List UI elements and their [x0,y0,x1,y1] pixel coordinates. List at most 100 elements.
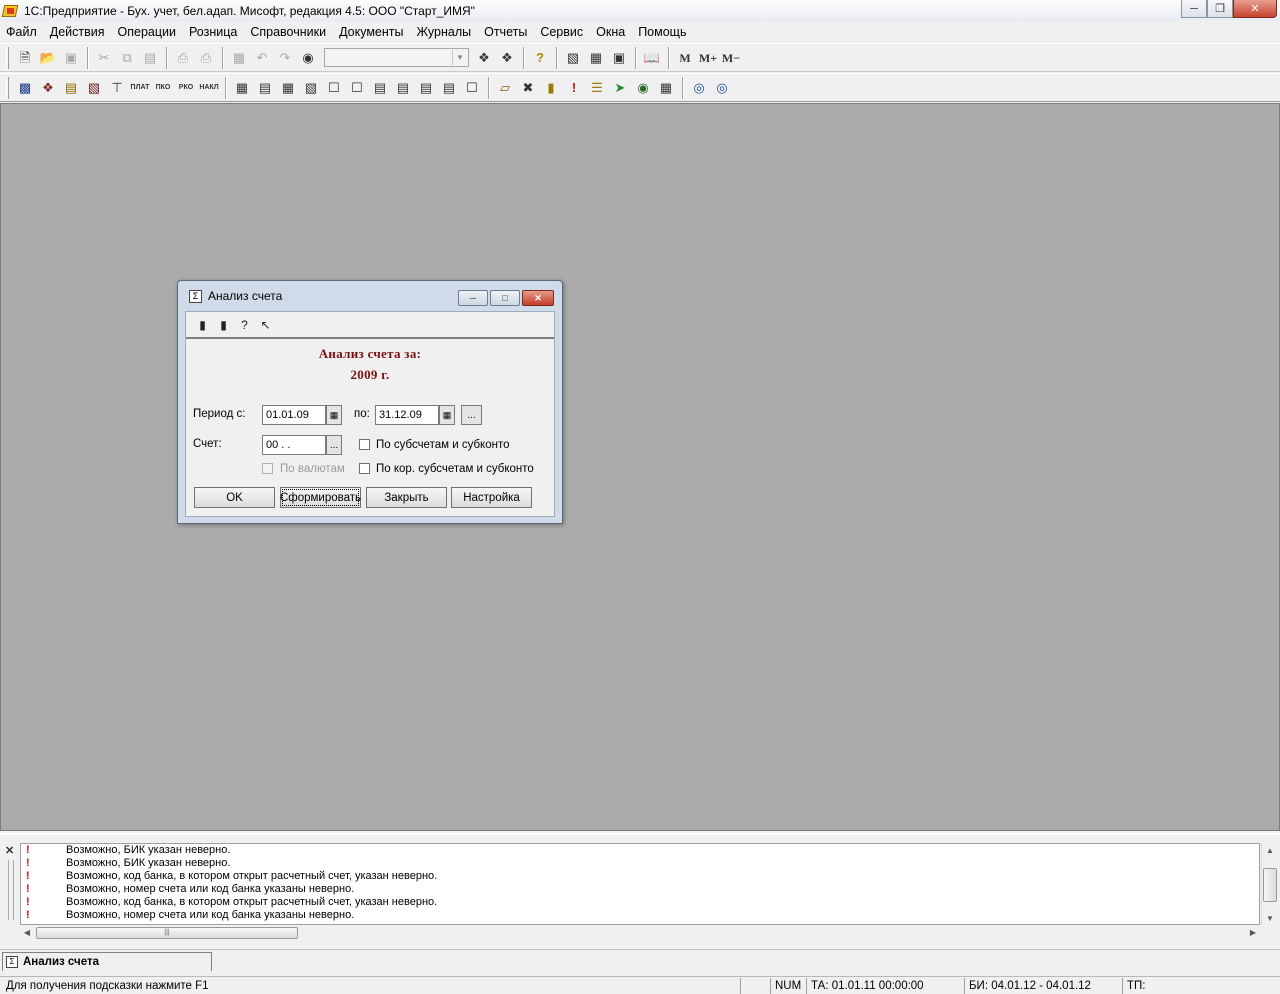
report-summary-icon[interactable]: ▤ [438,77,460,99]
scroll-thumb[interactable] [1263,868,1277,902]
toolbar-grip[interactable] [6,46,9,69]
binoculars-icon[interactable]: ◉ [297,47,319,69]
typical-operations-icon[interactable]: ⊤ [106,77,128,99]
scroll-up-icon[interactable]: ▲ [1262,843,1278,857]
menu-actions[interactable]: Действия [50,25,105,39]
list-icon[interactable]: ☰ [586,77,608,99]
goods-icon[interactable]: ▱ [494,77,516,99]
account-field[interactable]: 00 . . [262,435,326,455]
help-question-icon[interactable]: ? [529,47,551,69]
report-card2-icon[interactable]: ▤ [392,77,414,99]
invoice-list-icon[interactable]: ▦ [655,77,677,99]
arrow-icon[interactable]: ➤ [609,77,631,99]
update-icon[interactable]: ◎ [711,77,733,99]
menu-references[interactable]: Справочники [250,25,326,39]
context-help-icon[interactable]: ↖ [255,315,276,335]
operations-icon[interactable]: ❖ [37,77,59,99]
menu-windows[interactable]: Окна [596,25,625,39]
payment-order-icon[interactable]: ПЛАТ [129,77,151,99]
warning-icon[interactable]: ! [563,77,585,99]
menu-documents[interactable]: Документы [339,25,403,39]
report-t2-icon[interactable]: ☐ [346,77,368,99]
save-settings-icon[interactable]: ▮ [213,315,234,335]
list-item[interactable]: ! Возможно, БИК указан неверно. [21,857,1259,870]
calendar-icon[interactable]: ▦ [585,47,607,69]
exchange-icon[interactable]: ◎ [688,77,710,99]
window-tab-account-analysis[interactable]: Σ Анализ счета [2,952,212,971]
report-ti-icon[interactable]: ☐ [461,77,483,99]
period-select-button[interactable]: ... [461,405,482,425]
journal-icon[interactable]: ▤ [60,77,82,99]
app-title-bar[interactable]: 1С:Предприятие - Бух. учет, бел.адап. Ми… [0,0,1280,21]
menu-help[interactable]: Помощь [638,25,686,39]
list-item[interactable]: ! Возможно, БИК указан неверно. [21,844,1259,857]
rublecalc-icon[interactable]: ▮ [540,77,562,99]
period-from-field[interactable]: 01.01.09 [262,405,326,425]
book-icon[interactable]: 📖 [641,47,663,69]
maximize-icon[interactable]: □ [490,290,520,306]
receipt-order-icon[interactable]: ПКО [152,77,174,99]
find-next-icon[interactable]: ❖ [473,47,495,69]
corr-subaccounts-checkbox[interactable] [359,463,370,474]
period-to-field[interactable]: 31.12.09 [375,405,439,425]
minimize-icon[interactable]: ─ [1181,0,1207,18]
menu-journals[interactable]: Журналы [417,25,472,39]
messages-list[interactable]: ! Возможно, БИК указан неверно. ! Возможно… [20,843,1260,925]
menu-reports[interactable]: Отчеты [484,25,527,39]
list-item[interactable]: ! Возможно, код банка, в котором открыт р… [21,870,1259,883]
menu-retail[interactable]: Розница [189,25,237,39]
list-item[interactable]: ! Возможно, номер счета или код банка ука… [21,909,1259,922]
paste-icon[interactable]: ▤ [139,47,161,69]
calculator-icon[interactable]: ▧ [562,47,584,69]
chevron-down-icon[interactable]: ▼ [452,50,467,65]
list-item[interactable]: ! Возможно, код банка, в котором открыт р… [21,896,1259,909]
memory-minus-button[interactable]: M− [720,47,742,69]
panel-grip[interactable] [8,860,14,920]
menu-file[interactable]: Файл [6,25,37,39]
save-icon[interactable]: ▣ [60,47,82,69]
close-icon[interactable]: ✕ [5,844,14,857]
vertical-scrollbar[interactable]: ▲ ▼ [1261,843,1278,925]
new-document-icon[interactable]: 🗎 [14,47,36,69]
search-combo[interactable]: ▼ [324,48,469,67]
generate-button[interactable]: Сформировать [280,487,361,508]
report-chess-icon[interactable]: ▦ [277,77,299,99]
globe-icon[interactable]: ◉ [632,77,654,99]
report-journal-icon[interactable]: ▤ [415,77,437,99]
scroll-thumb[interactable]: ||| [36,927,298,939]
calendar-icon[interactable]: ▦ [326,405,342,425]
settings-button[interactable]: Настройка [451,487,532,508]
report-t-icon[interactable]: ☐ [323,77,345,99]
horizontal-scrollbar[interactable]: ◀ ||| ▶ [20,925,1260,940]
copy-icon[interactable]: ⧉ [116,47,138,69]
list-item[interactable]: ! Возможно, номер счета или код банка ука… [21,883,1259,896]
account-select-button[interactable]: ... [326,435,342,455]
expense-order-icon[interactable]: РКО [175,77,197,99]
redo-icon[interactable]: ↷ [274,47,296,69]
report-balance-icon[interactable]: ▦ [231,77,253,99]
minimize-icon[interactable]: ─ [458,290,488,306]
print-icon[interactable]: ⎙ [172,47,194,69]
dialog-title-bar[interactable]: Σ Анализ счета ─ □ ✕ [178,281,562,311]
report-card-icon[interactable]: ▤ [369,77,391,99]
calendar-icon[interactable]: ▦ [439,405,455,425]
chart-icon[interactable]: ▣ [608,47,630,69]
close-button[interactable]: Закрыть [366,487,447,508]
subaccounts-checkbox[interactable] [359,439,370,450]
close-icon[interactable]: ✕ [1233,0,1277,18]
report-analysis-icon[interactable]: ▧ [300,77,322,99]
invoice-icon[interactable]: НАКЛ [198,77,220,99]
properties-icon[interactable]: ▦ [228,47,250,69]
memory-m-button[interactable]: M [674,47,696,69]
print-preview-icon[interactable]: ⎙ [195,47,217,69]
transactions-icon[interactable]: ▧ [83,77,105,99]
open-folder-icon[interactable]: 📂 [37,47,59,69]
chart-of-accounts-icon[interactable]: ▩ [14,77,36,99]
report-turnover-icon[interactable]: ▤ [254,77,276,99]
scroll-down-icon[interactable]: ▼ [1262,911,1278,925]
load-settings-icon[interactable]: ▮ [192,315,213,335]
tools-icon[interactable]: ✖ [517,77,539,99]
undo-icon[interactable]: ↶ [251,47,273,69]
find-previous-icon[interactable]: ❖ [496,47,518,69]
ok-button[interactable]: OK [194,487,275,508]
